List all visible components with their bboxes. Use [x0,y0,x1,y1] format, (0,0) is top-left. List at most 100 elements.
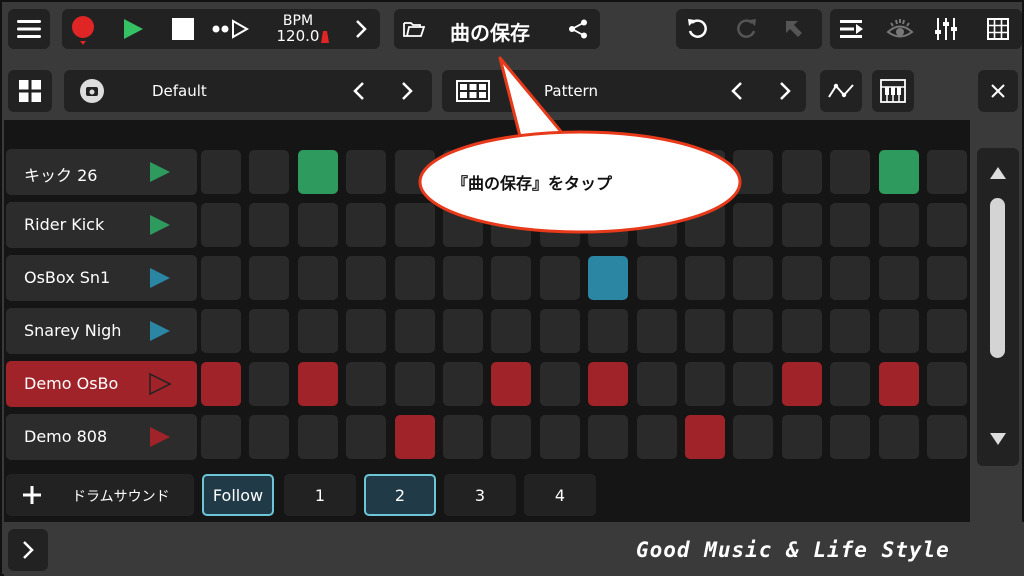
track-row[interactable]: Snarey Nigh [6,308,197,354]
mixer-button[interactable] [930,12,962,46]
step-cell[interactable] [733,256,774,300]
step-cell[interactable] [249,309,290,353]
step-record-button[interactable] [210,12,252,46]
step-cell[interactable] [297,362,338,406]
vertical-scrollbar[interactable] [977,148,1019,466]
scroll-up-icon[interactable] [989,166,1007,180]
step-cell[interactable] [733,309,774,353]
track-row[interactable]: OsBox Sn1 [6,255,197,301]
arrange-button[interactable] [836,12,868,46]
follow-toggle[interactable]: Follow [202,474,274,516]
watch-button[interactable] [882,12,918,46]
step-cell[interactable] [588,256,629,300]
track-row[interactable]: Rider Kick [6,202,197,248]
step-cell[interactable] [346,415,387,459]
track-preview-icon[interactable] [148,213,172,237]
select-tool-button[interactable] [778,12,810,46]
menu-button[interactable] [8,9,50,49]
share-icon[interactable] [564,16,592,42]
page-tab[interactable]: 3 [444,474,516,516]
step-cell[interactable] [201,150,241,194]
step-cell[interactable] [491,415,532,459]
step-cell[interactable] [781,362,822,406]
close-panel-button[interactable] [978,70,1018,112]
step-cell[interactable] [491,362,532,406]
step-cell[interactable] [927,203,967,247]
step-cell[interactable] [297,203,338,247]
step-cell[interactable] [346,150,387,194]
step-cell[interactable] [830,256,871,300]
stop-button[interactable] [166,12,200,46]
step-cell[interactable] [249,256,290,300]
step-cell[interactable] [878,150,919,194]
track-preview-icon[interactable] [148,372,172,396]
step-cell[interactable] [346,362,387,406]
step-cell[interactable] [394,362,435,406]
step-cell[interactable] [927,362,967,406]
step-cell[interactable] [878,256,919,300]
step-cell[interactable] [830,203,871,247]
step-cell[interactable] [878,309,919,353]
step-cell[interactable] [297,415,338,459]
step-cell[interactable] [297,150,338,194]
step-cell[interactable] [539,309,580,353]
record-button[interactable] [66,12,100,46]
step-cell[interactable] [443,309,483,353]
step-cell[interactable] [927,309,967,353]
pattern-next-button[interactable] [770,76,800,106]
step-cell[interactable] [781,256,822,300]
kit-name[interactable]: Default [152,82,207,100]
expand-button[interactable] [8,529,48,571]
modules-button[interactable] [8,70,52,112]
step-cell[interactable] [685,309,725,353]
kit-prev-button[interactable] [344,76,374,106]
step-cell[interactable] [443,256,483,300]
keyboard-button[interactable] [872,70,914,112]
page-tab[interactable]: 2 [364,474,436,516]
add-drum-sound-button[interactable]: ドラムサウンド [6,474,194,516]
pad-grid-button[interactable] [982,12,1014,46]
step-cell[interactable] [927,150,967,194]
step-cell[interactable] [201,309,241,353]
step-cell[interactable] [539,415,580,459]
step-cell[interactable] [297,309,338,353]
step-cell[interactable] [443,362,483,406]
step-cell[interactable] [491,256,532,300]
step-cell[interactable] [685,362,725,406]
step-cell[interactable] [539,362,580,406]
step-cell[interactable] [830,150,871,194]
undo-button[interactable] [682,12,714,46]
step-cell[interactable] [539,256,580,300]
folder-icon[interactable] [400,16,428,42]
step-cell[interactable] [636,415,677,459]
track-preview-icon[interactable] [148,425,172,449]
page-tab[interactable]: 1 [284,474,356,516]
step-cell[interactable] [927,415,967,459]
step-cell[interactable] [394,256,435,300]
transport-more-button[interactable] [346,12,376,46]
step-cell[interactable] [781,309,822,353]
scroll-down-icon[interactable] [989,432,1007,446]
track-row[interactable]: Demo OsBo [6,361,197,407]
step-cell[interactable] [249,203,290,247]
step-cell[interactable] [685,415,725,459]
step-cell[interactable] [878,362,919,406]
step-cell[interactable] [394,309,435,353]
step-cell[interactable] [781,203,822,247]
step-cell[interactable] [830,309,871,353]
step-cell[interactable] [346,203,387,247]
track-preview-icon[interactable] [148,266,172,290]
track-preview-icon[interactable] [148,160,172,184]
track-row[interactable]: Demo 808 [6,414,197,460]
step-cell[interactable] [636,309,677,353]
step-cell[interactable] [733,362,774,406]
step-cell[interactable] [346,309,387,353]
step-cell[interactable] [878,415,919,459]
step-cell[interactable] [733,415,774,459]
step-cell[interactable] [201,362,241,406]
metronome-icon[interactable] [320,30,330,44]
step-cell[interactable] [297,256,338,300]
step-cell[interactable] [346,256,387,300]
step-cell[interactable] [588,362,629,406]
step-cell[interactable] [830,362,871,406]
